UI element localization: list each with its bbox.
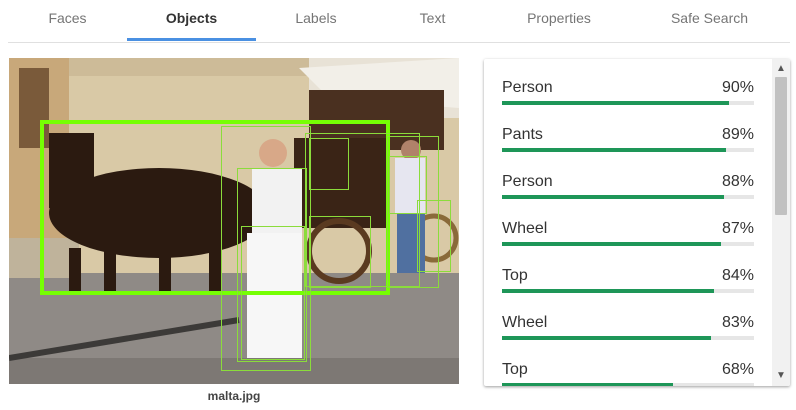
tab-faces[interactable]: Faces bbox=[8, 0, 127, 42]
tab-safe-search[interactable]: Safe Search bbox=[629, 0, 790, 42]
score-track bbox=[502, 101, 754, 105]
triangle-up-icon[interactable]: ▲ bbox=[772, 61, 790, 77]
active-tab-indicator bbox=[127, 38, 256, 41]
result-percent: 90% bbox=[721, 79, 754, 96]
image-caption: malta.jpg bbox=[207, 389, 261, 403]
score-track bbox=[502, 383, 754, 386]
score-fill bbox=[502, 101, 729, 105]
result-percent: 89% bbox=[721, 126, 754, 143]
result-percent: 68% bbox=[721, 361, 754, 378]
result-percent: 84% bbox=[721, 267, 754, 284]
detection-box[interactable] bbox=[241, 226, 305, 360]
result-row[interactable]: Pants 89% bbox=[502, 106, 754, 153]
detection-box[interactable] bbox=[309, 138, 349, 190]
score-fill bbox=[502, 383, 674, 386]
result-label: Pants bbox=[502, 126, 543, 143]
result-percent: 88% bbox=[721, 173, 754, 190]
result-label: Top bbox=[502, 267, 528, 284]
result-percent: 83% bbox=[721, 314, 754, 331]
tab-labels[interactable]: Labels bbox=[256, 0, 376, 42]
results-scrollbar[interactable]: ▲ ▼ bbox=[772, 59, 790, 386]
result-row[interactable]: Person 90% bbox=[502, 59, 754, 106]
tab-properties[interactable]: Properties bbox=[489, 0, 629, 42]
result-row[interactable]: Person 88% bbox=[502, 153, 754, 200]
score-fill bbox=[502, 336, 712, 340]
score-track bbox=[502, 148, 754, 152]
scroll-thumb[interactable] bbox=[775, 77, 787, 215]
score-fill bbox=[502, 289, 714, 293]
result-label: Person bbox=[502, 79, 553, 96]
tab-objects[interactable]: Objects bbox=[127, 0, 256, 42]
score-fill bbox=[502, 195, 724, 199]
score-track bbox=[502, 289, 754, 293]
result-row[interactable]: Wheel 87% bbox=[502, 200, 754, 247]
score-fill bbox=[502, 148, 727, 152]
result-row[interactable]: Top 84% bbox=[502, 247, 754, 294]
tab-bar: Faces Objects Labels Text Properties Saf… bbox=[8, 0, 790, 43]
result-label: Wheel bbox=[502, 314, 548, 331]
score-track bbox=[502, 336, 754, 340]
score-track bbox=[502, 195, 754, 199]
score-track bbox=[502, 242, 754, 246]
result-label: Person bbox=[502, 173, 553, 190]
analyzed-image bbox=[9, 58, 459, 384]
result-label: Wheel bbox=[502, 220, 548, 237]
detection-box[interactable] bbox=[417, 200, 451, 272]
tab-text[interactable]: Text bbox=[376, 0, 489, 42]
triangle-down-icon[interactable]: ▼ bbox=[772, 368, 790, 384]
result-row[interactable]: Wheel 83% bbox=[502, 294, 754, 341]
detection-box[interactable] bbox=[309, 216, 371, 288]
result-label: Top bbox=[502, 361, 528, 378]
result-row[interactable]: Top 68% bbox=[502, 341, 754, 386]
result-percent: 87% bbox=[721, 220, 754, 237]
score-fill bbox=[502, 242, 722, 246]
results-panel: Person 90% Pants 89% Person 88% Wheel 87… bbox=[484, 59, 790, 386]
